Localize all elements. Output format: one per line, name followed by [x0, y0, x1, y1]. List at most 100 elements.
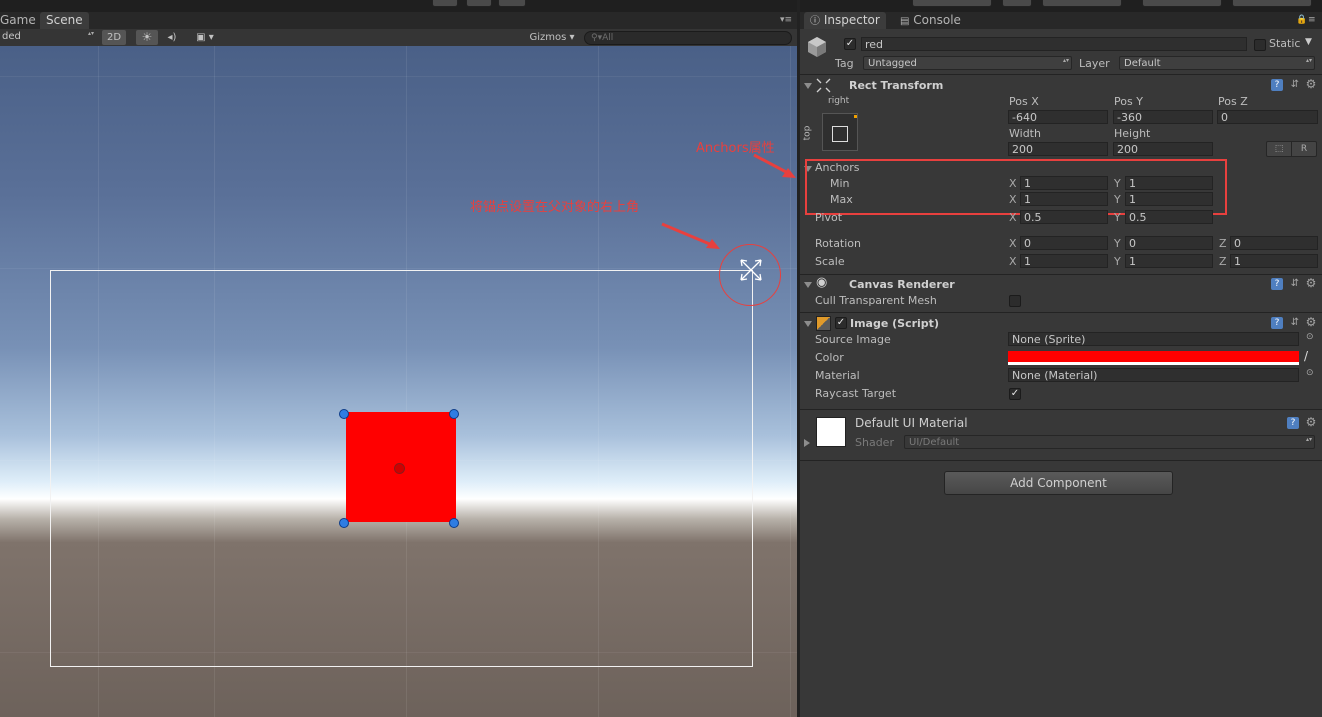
scale-z-field[interactable]: 1 [1230, 254, 1318, 268]
collab-button[interactable] [912, 0, 992, 7]
resize-handle-top-right[interactable] [449, 409, 459, 419]
step-button[interactable] [498, 0, 526, 7]
static-checkbox[interactable] [1254, 39, 1266, 51]
cull-transparent-mesh-checkbox[interactable] [1009, 295, 1021, 307]
tag-label: Tag [835, 57, 854, 70]
axis-x-label: X [1009, 211, 1017, 224]
tab-inspector[interactable]: ⓘ Inspector [804, 12, 886, 29]
2d-toggle[interactable]: 2D [102, 30, 126, 45]
anchor-preset-square-icon [832, 126, 848, 142]
raycast-target-checkbox[interactable]: ✓ [1009, 388, 1021, 400]
presets-icon[interactable]: ⇵ [1289, 317, 1301, 329]
blueprint-mode-button[interactable]: ⬚ [1266, 141, 1292, 157]
scale-label: Scale [815, 255, 845, 268]
material-field[interactable]: None (Material) [1008, 368, 1299, 382]
resize-handle-top-left[interactable] [339, 409, 349, 419]
object-name-field[interactable]: red [861, 37, 1247, 51]
material-foldout[interactable] [804, 439, 810, 447]
presets-icon[interactable]: ⇵ [1289, 278, 1301, 290]
lock-icon[interactable]: 🔒 [1296, 15, 1307, 25]
source-image-label: Source Image [815, 333, 891, 346]
axis-x-label: X [1009, 255, 1017, 268]
source-image-field[interactable]: None (Sprite) [1008, 332, 1299, 346]
static-label: Static [1269, 37, 1301, 50]
gear-icon[interactable]: ⚙ [1305, 316, 1317, 328]
resize-handle-bottom-right[interactable] [449, 518, 459, 528]
scene-viewport[interactable]: 将锚点设置在父对象的右上角 Anchors属性 [0, 46, 797, 717]
lighting-toggle-icon[interactable]: ☀ [136, 30, 158, 45]
anchor-flower-icon[interactable] [738, 257, 764, 283]
search-icon: ⚲▾ [591, 33, 603, 43]
rotation-z-field[interactable]: 0 [1230, 236, 1318, 250]
resize-handle-bottom-left[interactable] [339, 518, 349, 528]
pos-x-field[interactable]: -640 [1008, 110, 1108, 124]
eyedropper-icon[interactable]: / [1304, 349, 1308, 363]
shader-dropdown[interactable]: UI/Default [904, 435, 1315, 449]
cloud-button[interactable] [1002, 0, 1032, 7]
material-preview-thumbnail [816, 417, 846, 447]
layout-button[interactable] [1232, 0, 1312, 7]
pos-y-label: Pos Y [1114, 95, 1143, 108]
scale-y-field[interactable]: 1 [1125, 254, 1213, 268]
color-swatch[interactable] [1008, 351, 1299, 365]
help-icon[interactable]: ? [1271, 278, 1283, 290]
gizmos-dropdown[interactable]: Gizmos ▾ [524, 30, 580, 45]
pos-y-field[interactable]: -360 [1113, 110, 1213, 124]
audio-toggle-icon[interactable]: ◂) [162, 30, 182, 45]
canvas-renderer-foldout[interactable] [804, 282, 812, 288]
object-active-checkbox[interactable]: ✓ [844, 38, 856, 50]
scale-x-field[interactable]: 1 [1020, 254, 1108, 268]
rect-transform-foldout[interactable] [804, 83, 812, 89]
object-picker-icon[interactable]: ⊙ [1306, 332, 1314, 342]
tab-console[interactable]: ▤ Console [894, 12, 967, 29]
width-label: Width [1009, 127, 1041, 140]
info-icon: ⓘ [810, 16, 820, 27]
divider [800, 312, 1322, 313]
tag-dropdown[interactable]: Untagged [863, 56, 1072, 70]
pivot-x-field[interactable]: 0.5 [1020, 210, 1108, 224]
gear-icon[interactable]: ⚙ [1305, 416, 1317, 428]
presets-icon[interactable]: ⇵ [1289, 79, 1301, 91]
help-icon[interactable]: ? [1287, 417, 1299, 429]
pivot-handle[interactable] [394, 463, 405, 474]
shading-mode-dropdown[interactable]: ded [0, 30, 96, 44]
width-field[interactable]: 200 [1008, 142, 1108, 156]
rotation-x-field[interactable]: 0 [1020, 236, 1108, 250]
rect-transform-icon [816, 78, 831, 93]
anchor-preset-button[interactable] [822, 113, 858, 151]
help-icon[interactable]: ? [1271, 79, 1283, 91]
gear-icon[interactable]: ⚙ [1305, 78, 1317, 90]
pos-z-field[interactable]: 0 [1217, 110, 1318, 124]
height-field[interactable]: 200 [1113, 142, 1213, 156]
annotation-anchor-note: 将锚点设置在父对象的右上角 [470, 200, 640, 215]
gizmos-label: Gizmos [529, 32, 567, 43]
panel-menu-icon[interactable]: ▾≡ [780, 15, 792, 25]
tab-scene[interactable]: Scene [40, 12, 89, 29]
object-picker-icon[interactable]: ⊙ [1306, 368, 1314, 378]
gear-icon[interactable]: ⚙ [1305, 277, 1317, 289]
static-dropdown-icon[interactable]: ▼ [1305, 37, 1312, 47]
hierarchy-search-input[interactable]: ⚲▾All [584, 31, 792, 45]
layer-label: Layer [1079, 57, 1110, 70]
image-script-title: Image (Script) [850, 317, 939, 330]
raw-edit-button[interactable]: R [1291, 141, 1317, 157]
image-foldout[interactable] [804, 321, 812, 327]
layers-button[interactable] [1142, 0, 1222, 7]
grid-line [0, 268, 797, 269]
effects-dropdown-icon[interactable]: ▣ ▾ [188, 30, 222, 45]
tab-console-label: Console [913, 13, 961, 27]
image-enabled-checkbox[interactable]: ✓ [835, 317, 847, 329]
console-icon: ▤ [900, 16, 910, 27]
panel-menu-icon[interactable]: ≡ [1308, 15, 1316, 25]
add-component-button[interactable]: Add Component [944, 471, 1173, 495]
divider [800, 409, 1322, 410]
rotation-y-field[interactable]: 0 [1125, 236, 1213, 250]
eye-icon: ◉ [816, 275, 828, 290]
tab-game[interactable]: Game [0, 12, 42, 29]
pause-button[interactable] [466, 0, 492, 7]
pivot-y-field[interactable]: 0.5 [1125, 210, 1213, 224]
help-icon[interactable]: ? [1271, 317, 1283, 329]
play-button[interactable] [432, 0, 458, 7]
account-button[interactable] [1042, 0, 1122, 7]
layer-dropdown[interactable]: Default [1119, 56, 1315, 70]
